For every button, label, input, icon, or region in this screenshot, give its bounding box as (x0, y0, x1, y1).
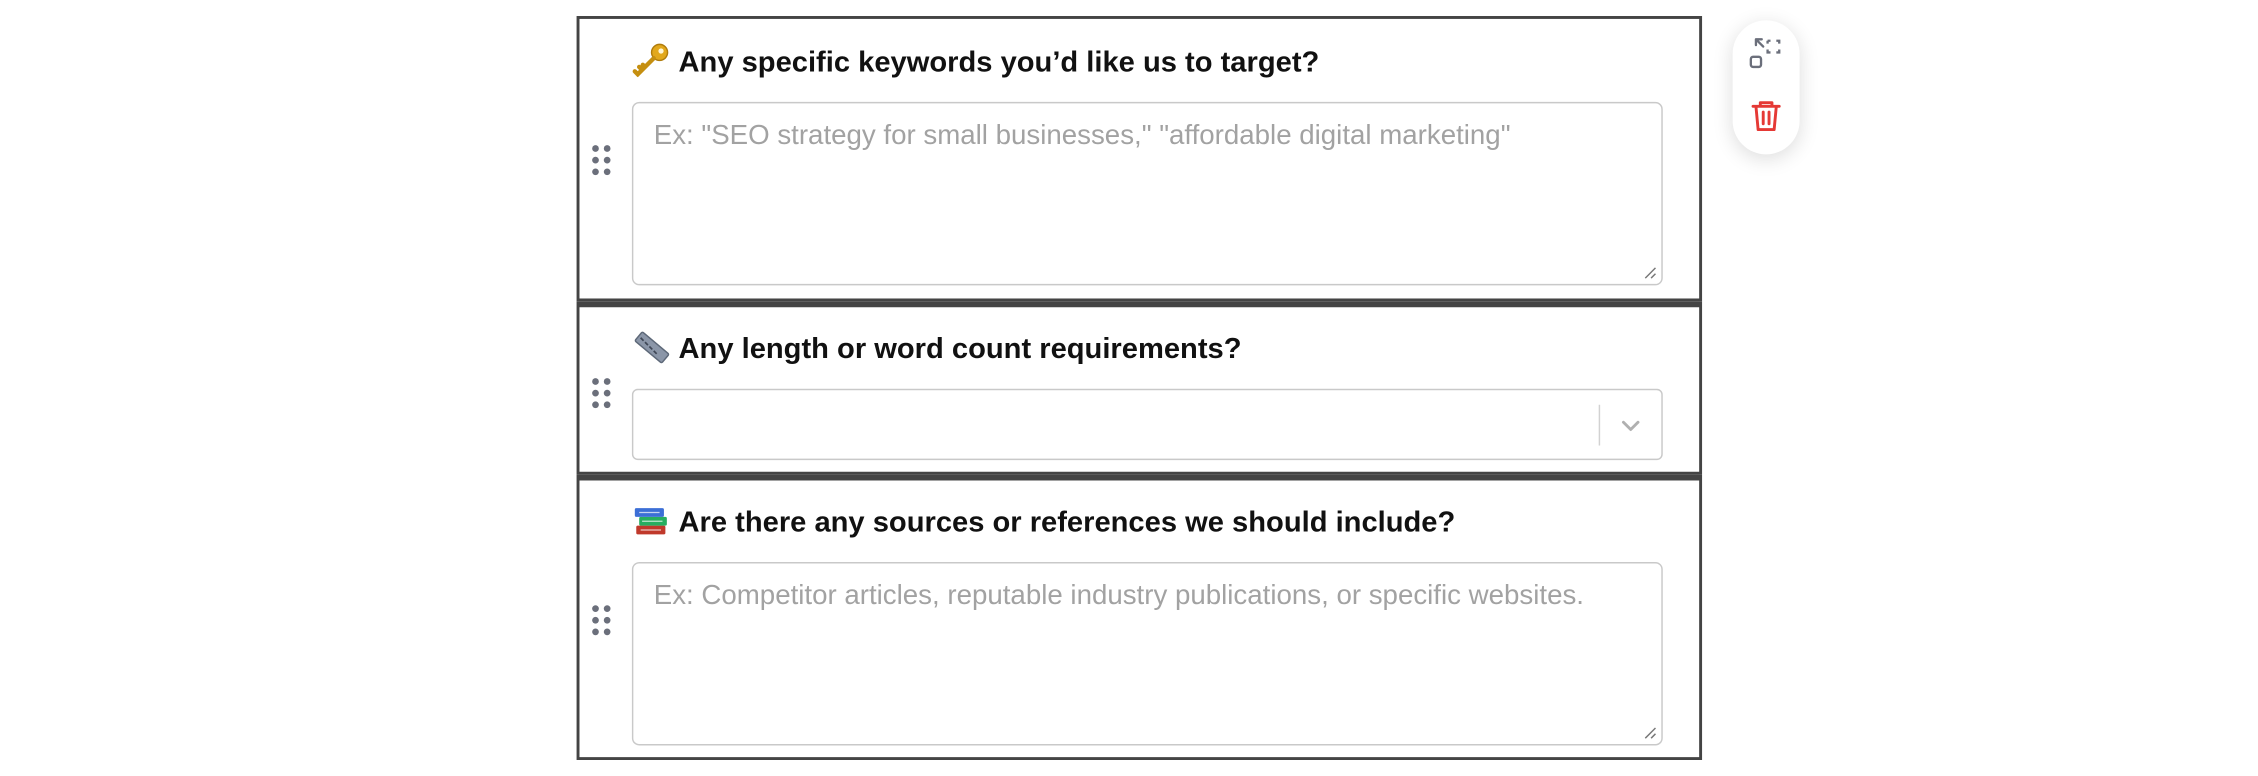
textarea-placeholder: Ex: Competitor articles, reputable indus… (653, 580, 1584, 612)
trash-icon[interactable] (1747, 96, 1785, 134)
question-title: Any length or word count requirements? (632, 329, 1242, 367)
question-block-sources[interactable]: Are there any sources or references we s… (576, 474, 1703, 761)
drag-handle-icon[interactable] (591, 377, 611, 409)
books-icon (634, 508, 667, 535)
question-block-length[interactable]: Any length or word count requirements? (576, 301, 1703, 475)
key-icon (632, 43, 669, 78)
block-toolbar (1732, 20, 1800, 155)
question-block-keywords[interactable]: Any specific keywords you’d like us to t… (576, 16, 1703, 302)
form-canvas: Any specific keywords you’d like us to t… (0, 0, 2258, 776)
question-label: Any length or word count requirements? (678, 333, 1242, 366)
resize-grip-icon[interactable] (1642, 265, 1657, 280)
sources-textarea[interactable]: Ex: Competitor articles, reputable indus… (631, 562, 1663, 746)
question-label: Are there any sources or references we s… (678, 506, 1456, 539)
collapse-expand-icon[interactable] (1747, 35, 1785, 73)
question-title: Are there any sources or references we s… (632, 502, 1455, 540)
drag-handle-icon[interactable] (591, 144, 611, 176)
ruler-icon (634, 331, 670, 364)
resize-grip-icon[interactable] (1642, 725, 1657, 740)
select-divider (1598, 404, 1601, 446)
keywords-textarea[interactable]: Ex: "SEO strategy for small businesses,"… (631, 101, 1663, 286)
chevron-down-icon[interactable] (1618, 412, 1644, 438)
word-count-select[interactable] (631, 388, 1663, 461)
question-title: Any specific keywords you’d like us to t… (632, 42, 1319, 80)
question-label: Any specific keywords you’d like us to t… (678, 46, 1320, 79)
textarea-placeholder: Ex: "SEO strategy for small businesses,"… (653, 120, 1511, 152)
drag-handle-icon[interactable] (591, 604, 611, 636)
